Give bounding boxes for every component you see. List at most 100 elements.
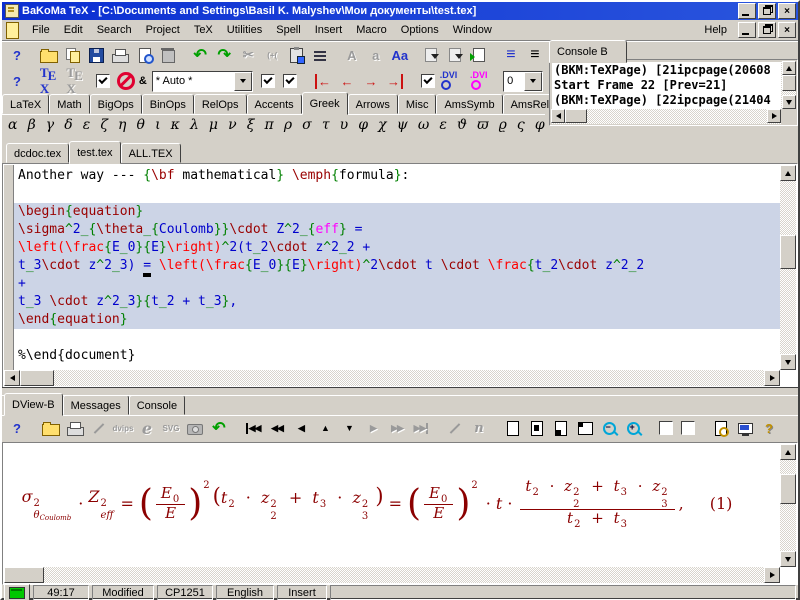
greek-symbol-button[interactable]: ε	[83, 117, 91, 133]
export-image-icon[interactable]	[184, 417, 206, 439]
paste-icon[interactable]	[285, 44, 307, 66]
cut-icon[interactable]: ✂	[237, 44, 259, 66]
format-lines2-icon[interactable]: ≡	[524, 44, 546, 66]
greek-symbol-button[interactable]: ρ	[284, 117, 292, 133]
auto-compile-checkbox[interactable]	[96, 74, 110, 88]
greek-symbol-button[interactable]: χ	[378, 117, 386, 133]
format-lines-icon[interactable]: ≡	[500, 44, 522, 66]
menu-utilities[interactable]: Utilities	[220, 22, 269, 38]
copy-files-icon[interactable]	[62, 44, 84, 66]
menu-window[interactable]: Window	[446, 22, 499, 38]
numbered-list-icon[interactable]	[309, 44, 331, 66]
child-close-button[interactable]: ×	[778, 22, 796, 38]
zoom-out-icon[interactable]	[598, 417, 620, 439]
find-in-file-icon[interactable]	[134, 44, 156, 66]
context-help-icon[interactable]: ?	[758, 417, 780, 439]
zoom-in-icon[interactable]	[622, 417, 644, 439]
greek-symbol-button[interactable]: ε	[439, 117, 447, 133]
tab-dcdoc-tex[interactable]: dcdoc.tex	[6, 143, 69, 163]
greek-symbol-button[interactable]: θ	[137, 117, 145, 133]
ruler-icon[interactable]	[444, 417, 466, 439]
greek-symbol-button[interactable]: ψ	[397, 117, 408, 133]
editor-text-area[interactable]: Another way --- {\bf mathematical} \emph…	[14, 165, 780, 370]
tab-misc[interactable]: Misc	[398, 94, 437, 114]
move-to-doc-icon[interactable]	[444, 44, 466, 66]
dropdown-arrow-icon[interactable]	[524, 72, 542, 91]
recycle-icon[interactable]	[158, 44, 180, 66]
greek-symbol-button[interactable]: γ	[46, 117, 54, 133]
tab-all-tex[interactable]: ALL.TEX	[121, 143, 181, 163]
display-setup-icon[interactable]	[734, 417, 756, 439]
status-display-button[interactable]	[4, 584, 30, 600]
menu-file[interactable]: File	[25, 22, 57, 38]
code-editor[interactable]: Another way --- {\bf mathematical} \emph…	[2, 163, 798, 388]
opt2-checkbox[interactable]	[681, 421, 695, 435]
next-error-icon[interactable]: →	[360, 70, 382, 92]
greek-symbol-button[interactable]: υ	[340, 117, 349, 133]
greek-symbol-button[interactable]: φ	[535, 117, 545, 133]
page-number-icon[interactable]: n	[468, 417, 490, 439]
format-select[interactable]: * Auto *	[152, 71, 254, 92]
save-icon[interactable]	[86, 44, 108, 66]
greek-symbol-button[interactable]: ς	[517, 117, 525, 133]
tab-messages[interactable]: Messages	[63, 395, 129, 415]
greek-symbol-button[interactable]: ζ	[100, 117, 108, 133]
tab-latex[interactable]: LaTeX	[2, 94, 49, 114]
tab-console[interactable]: Console	[129, 395, 185, 415]
minimize-button[interactable]	[738, 3, 756, 19]
export-web-icon[interactable]: e	[136, 417, 158, 439]
menu-insert[interactable]: Insert	[308, 22, 350, 38]
editor-hscrollbar[interactable]	[4, 370, 780, 386]
tab-console-b[interactable]: Console B	[549, 40, 627, 63]
tab-relops[interactable]: RelOps	[194, 94, 247, 114]
page-full-icon[interactable]	[502, 417, 524, 439]
menu-help[interactable]: Help	[697, 22, 734, 38]
help-icon[interactable]: ?	[6, 70, 28, 92]
print-icon[interactable]	[64, 417, 86, 439]
plot-icon[interactable]	[88, 417, 110, 439]
option2-checkbox[interactable]	[283, 74, 297, 88]
uppercase-icon[interactable]: A	[341, 44, 363, 66]
greek-symbol-button[interactable]: ϑ	[457, 117, 467, 133]
close-button[interactable]: ×	[778, 3, 796, 19]
scroll-up-icon[interactable]: ▲	[314, 417, 336, 439]
page-fit-icon[interactable]	[526, 417, 548, 439]
greek-symbol-button[interactable]: η	[118, 117, 126, 133]
stop-icon[interactable]	[115, 70, 137, 92]
tab-test-tex[interactable]: test.tex	[69, 141, 120, 164]
tab-math[interactable]: Math	[49, 94, 89, 114]
greek-symbol-button[interactable]: ϱ	[499, 117, 507, 133]
tex-run-icon[interactable]: TEX	[40, 70, 65, 92]
page-select[interactable]: 0	[503, 71, 543, 92]
undo-icon[interactable]: ↶	[189, 44, 211, 66]
tab-dview-b[interactable]: DView-B	[4, 393, 63, 416]
copy-to-doc-icon[interactable]	[420, 44, 442, 66]
opt1-checkbox[interactable]	[659, 421, 673, 435]
fwd-pages-icon[interactable]: ▶▶	[386, 417, 408, 439]
dvi-view-icon[interactable]: .DVI	[440, 70, 468, 92]
greek-symbol-button[interactable]: λ	[190, 117, 199, 133]
document-icon[interactable]	[6, 22, 19, 39]
preview-vscrollbar[interactable]	[780, 444, 796, 567]
tab-amssymb[interactable]: AmsSymb	[436, 94, 502, 114]
greek-symbol-button[interactable]: ν	[228, 117, 237, 133]
console-hscrollbar[interactable]	[551, 109, 781, 124]
help-icon[interactable]: ?	[6, 44, 28, 66]
paste-special-icon[interactable]: (+(	[261, 44, 283, 66]
open-icon[interactable]	[38, 44, 60, 66]
greek-symbol-button[interactable]: β	[28, 117, 36, 133]
redo-icon[interactable]: ↷	[213, 44, 235, 66]
reload-icon[interactable]: ↶	[208, 417, 230, 439]
console-vscrollbar[interactable]	[781, 61, 796, 109]
dvi-sync-checkbox[interactable]	[421, 74, 435, 88]
preview-hscrollbar[interactable]	[4, 567, 780, 583]
tab-accents[interactable]: Accents	[247, 94, 302, 114]
menu-options[interactable]: Options	[394, 22, 446, 38]
dvips-icon[interactable]: dvips	[112, 417, 134, 439]
first-error-icon[interactable]: ←	[312, 70, 334, 92]
greek-symbol-button[interactable]: ϖ	[477, 117, 488, 133]
greek-symbol-button[interactable]: φ	[358, 117, 368, 133]
open-icon[interactable]	[40, 417, 62, 439]
first-page-icon[interactable]: ◀◀	[242, 417, 264, 439]
next-page-icon[interactable]: ▶	[362, 417, 384, 439]
